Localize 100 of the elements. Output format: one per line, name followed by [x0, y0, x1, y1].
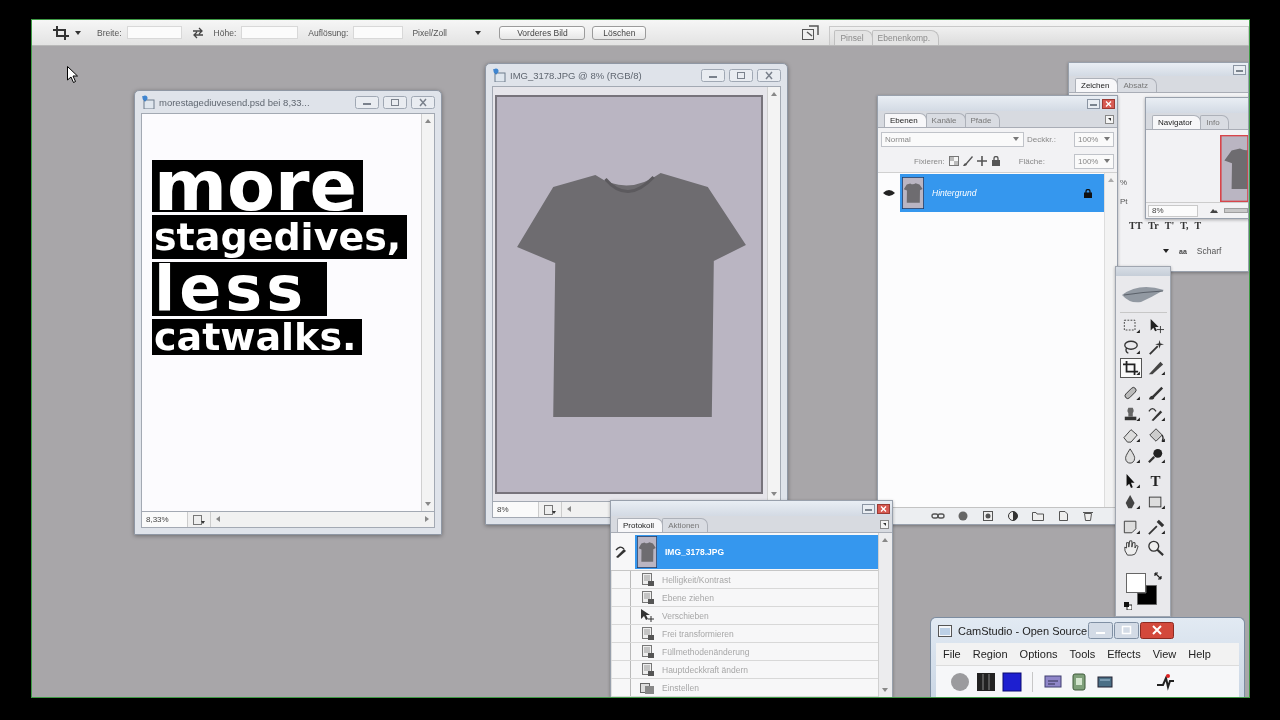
foreground-color-swatch[interactable]	[1126, 573, 1146, 593]
app-window-icon	[938, 624, 952, 637]
opacity-field[interactable]: 100%	[1074, 131, 1114, 147]
panel-tab[interactable]: Protokoll	[617, 518, 664, 532]
vertical-scrollbar[interactable]	[878, 533, 892, 697]
menu-item[interactable]: File	[943, 648, 961, 660]
video-clip-icon[interactable]	[1069, 671, 1089, 692]
crop-icon[interactable]	[1119, 358, 1142, 378]
lock-label: Fixieren:	[914, 156, 945, 166]
folder-icon[interactable]	[1031, 511, 1045, 521]
panel-tab[interactable]: Absatz	[1117, 78, 1157, 92]
menu-item[interactable]: Effects	[1107, 648, 1141, 660]
window-title: morestagediuvesend.psd bei 8,33...	[159, 96, 311, 108]
maximize-button[interactable]	[729, 68, 753, 82]
zoom-field[interactable]: 8%	[493, 502, 539, 517]
antialias-value[interactable]: Scharf	[1196, 246, 1222, 256]
type-tool[interactable]: T	[1144, 471, 1167, 491]
panel-menu-icon[interactable]	[1105, 114, 1114, 124]
minimize-button[interactable]	[701, 68, 725, 82]
close-button[interactable]	[1102, 98, 1115, 109]
source-checkbox[interactable]	[611, 571, 631, 588]
field-label: Auflösung:	[308, 27, 349, 38]
move-cross-icon[interactable]	[976, 156, 987, 166]
source-checkbox[interactable]	[611, 625, 631, 642]
panel-tab[interactable]: Info	[1200, 115, 1229, 129]
input-field[interactable]	[126, 26, 182, 39]
swap-arrows-icon[interactable]	[1154, 572, 1162, 580]
field-value: %	[1120, 177, 1128, 188]
pause-icon[interactable]	[976, 671, 996, 692]
record-icon[interactable]	[950, 671, 970, 692]
type-style-button[interactable]: T'	[1164, 219, 1175, 232]
crop-icon[interactable]	[53, 25, 69, 40]
trash-icon[interactable]	[1081, 511, 1095, 521]
zoom-out-icon[interactable]	[1210, 208, 1218, 213]
input-field[interactable]	[241, 26, 299, 39]
document-step-icon	[640, 663, 654, 676]
toolbar-button[interactable]: Vorderes Bild	[499, 25, 586, 40]
vertical-scrollbar[interactable]	[767, 87, 780, 501]
zoom-slider-track[interactable]	[1224, 208, 1248, 213]
layer-style-icon[interactable]	[956, 511, 970, 521]
menu-item[interactable]: Tools	[1069, 648, 1096, 660]
default-colors-icon[interactable]	[1124, 602, 1132, 610]
close-button[interactable]	[1140, 622, 1174, 639]
zoom-field[interactable]: 8,33%	[142, 512, 188, 527]
panel-tab[interactable]: Pfade	[964, 113, 1001, 127]
minimize-button[interactable]	[355, 95, 379, 109]
history-brush-icon[interactable]	[615, 545, 629, 558]
minimize-button[interactable]	[862, 503, 875, 514]
window-title: IMG_3178.JPG @ 8% (RGB/8)	[510, 69, 643, 81]
padlock-icon[interactable]	[1084, 188, 1092, 198]
close-button[interactable]	[877, 503, 890, 514]
padlock-icon[interactable]	[990, 156, 1001, 166]
unit-dropdown[interactable]: Pixel/Zoll	[409, 25, 486, 40]
link-icon[interactable]	[931, 511, 945, 521]
menu-item[interactable]: Region	[972, 648, 1008, 660]
stop-icon[interactable]	[1002, 671, 1022, 692]
minimize-button[interactable]	[1088, 622, 1113, 639]
minimize-button[interactable]	[1087, 98, 1100, 109]
panel-tab[interactable]: Navigator	[1152, 115, 1202, 129]
navigator-thumbnail[interactable]	[1220, 135, 1248, 202]
source-checkbox[interactable]	[611, 643, 631, 660]
brush-icon[interactable]	[962, 156, 973, 166]
caret-icon[interactable]	[75, 30, 81, 35]
source-checkbox[interactable]	[611, 679, 631, 696]
checker-square-icon[interactable]	[948, 156, 959, 166]
menu-item[interactable]: View	[1152, 648, 1177, 660]
maximize-button[interactable]	[383, 95, 407, 109]
palette-well-icon[interactable]	[801, 24, 820, 41]
blend-mode-dropdown[interactable]: Normal	[881, 131, 1024, 147]
panel-tab[interactable]: Zeichen	[1075, 78, 1119, 92]
panel-tab[interactable]: Ebenen	[884, 113, 927, 127]
source-checkbox[interactable]	[611, 589, 631, 606]
type-style-button[interactable]: T,	[1180, 219, 1189, 232]
type-style-button[interactable]: Tr	[1148, 219, 1159, 232]
eye-icon[interactable]	[883, 189, 895, 197]
adjustment-icon[interactable]	[1006, 511, 1020, 521]
menu-item[interactable]: Options	[1019, 648, 1058, 660]
zoom-field[interactable]: 8%	[1148, 204, 1198, 217]
minimize-button[interactable]	[1233, 64, 1246, 75]
fill-field[interactable]: 100%	[1074, 153, 1114, 169]
mask-icon[interactable]	[981, 511, 995, 521]
new-layer-icon[interactable]	[1056, 511, 1070, 521]
opacity-label: Deckkr.:	[1027, 134, 1056, 144]
zigzag-icon[interactable]	[1155, 671, 1175, 692]
menu-item[interactable]: Help	[1188, 648, 1211, 660]
toolbar-button[interactable]: Löschen	[592, 25, 647, 40]
vertical-scrollbar[interactable]	[421, 114, 434, 511]
panel-tab[interactable]: Aktionen	[662, 518, 709, 532]
type-style-button[interactable]: TT	[1129, 219, 1143, 232]
status-menu-icon[interactable]	[193, 514, 205, 525]
maximize-button[interactable]	[1114, 622, 1139, 639]
source-checkbox[interactable]	[611, 661, 631, 678]
input-field[interactable]	[353, 26, 404, 39]
app-file-icon	[141, 95, 155, 109]
panel-menu-icon[interactable]	[880, 519, 889, 529]
swap-arrows-icon[interactable]	[191, 26, 204, 39]
type-style-button[interactable]: T	[1194, 219, 1202, 232]
caret-icon[interactable]	[1163, 249, 1169, 253]
status-menu-icon[interactable]	[544, 504, 556, 515]
source-checkbox[interactable]	[611, 607, 631, 624]
